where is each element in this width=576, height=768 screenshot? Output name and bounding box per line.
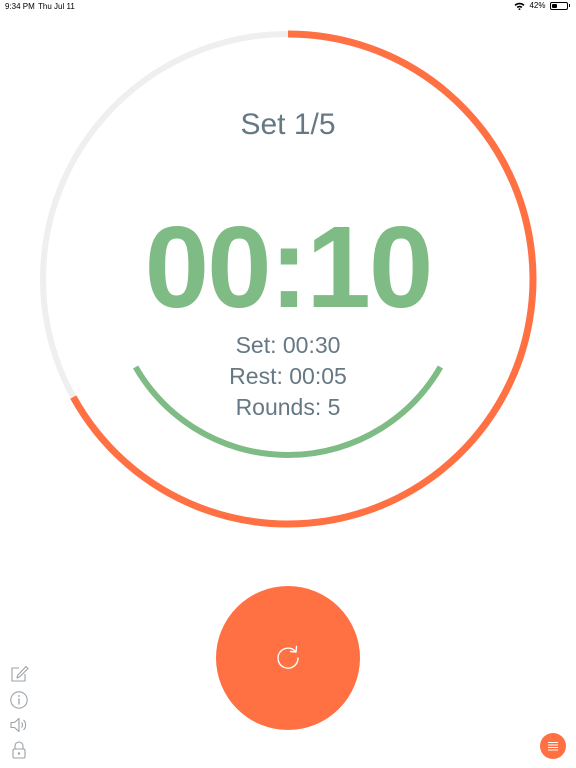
timer-display: 00:10 [144,202,434,332]
sound-icon[interactable] [9,715,29,735]
edit-icon[interactable] [9,664,29,684]
list-button[interactable] [540,733,566,759]
list-icon [548,742,558,751]
reset-icon [277,645,299,669]
set-duration-label: Set: 00:30 [235,332,341,358]
rest-duration-label: Rest: 00:05 [229,363,347,389]
rounds-label: Rounds: 5 [235,394,341,420]
set-title: Set 1/5 [240,108,336,141]
info-icon[interactable] [9,690,29,710]
reset-button[interactable] [216,586,360,730]
lock-icon[interactable] [9,740,29,760]
